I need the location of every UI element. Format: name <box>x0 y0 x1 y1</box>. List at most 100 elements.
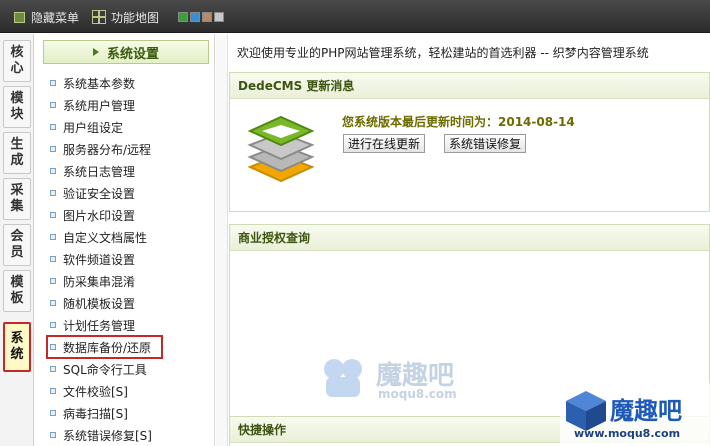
update-panel: DedeCMS 更新消息 您系统版本最后更新时间为：2014-08-14 进行在… <box>229 72 710 212</box>
menu-item[interactable]: 软件频道设置 <box>47 248 209 270</box>
menu-item-label: 系统基本参数 <box>63 76 136 91</box>
bullet-icon <box>50 388 56 394</box>
bullet-icon <box>50 80 56 86</box>
menu-item-label: 软件频道设置 <box>63 252 136 267</box>
tab-char: 模 <box>10 91 24 106</box>
top-toolbar: 隐藏菜单 功能地图 <box>0 0 710 33</box>
tab-core[interactable]: 核心 <box>3 40 31 82</box>
tab-char: 生 <box>10 137 24 152</box>
menu-item[interactable]: 验证安全设置 <box>47 182 209 204</box>
hide-menu-icon <box>14 11 25 23</box>
tab-char: 成 <box>10 153 24 168</box>
menu-item[interactable]: 自定义文档属性 <box>47 226 209 248</box>
menu-item-label: 计划任务管理 <box>63 318 136 333</box>
menu-item[interactable]: SQL命令行工具 <box>47 358 209 380</box>
bullet-icon <box>50 344 56 350</box>
bullet-icon <box>50 366 56 372</box>
tab-system[interactable]: 系统 <box>3 322 31 372</box>
skin-swatch-blue[interactable] <box>190 12 200 22</box>
bullet-icon <box>50 278 56 284</box>
menu-item[interactable]: 用户组设定 <box>47 116 209 138</box>
tab-members[interactable]: 会员 <box>3 224 31 266</box>
tab-char: 系 <box>10 331 24 346</box>
tab-collect[interactable]: 采集 <box>3 178 31 220</box>
menu-item-label: 服务器分布/远程 <box>63 142 152 157</box>
menu-item-label: 病毒扫描[S] <box>63 406 128 421</box>
menu-item[interactable]: 病毒扫描[S] <box>47 402 209 424</box>
corner-watermark-url: www.moqu8.com <box>574 427 681 440</box>
skin-swatches <box>178 12 224 22</box>
system-repair-button[interactable]: 系统错误修复 <box>444 134 527 153</box>
menu-item-label: 防采集串混淆 <box>63 274 136 289</box>
tab-templates[interactable]: 模板 <box>3 270 31 312</box>
tab-char: 心 <box>10 61 24 76</box>
bullet-icon <box>50 432 56 438</box>
online-update-button[interactable]: 进行在线更新 <box>343 134 426 153</box>
skin-swatch-gray[interactable] <box>214 12 224 22</box>
skin-swatch-green[interactable] <box>178 12 188 22</box>
menu-item-label: 自定义文档属性 <box>63 230 148 245</box>
bullet-icon <box>50 256 56 262</box>
menu-item-label: 随机模板设置 <box>63 296 136 311</box>
watermark-logo-icon <box>324 359 362 397</box>
menu-item[interactable]: 服务器分布/远程 <box>47 138 209 160</box>
tab-char: 集 <box>10 199 24 214</box>
skin-swatch-brown[interactable] <box>202 12 212 22</box>
menu-item[interactable]: 计划任务管理 <box>47 314 209 336</box>
license-panel-title: 商业授权查询 <box>230 225 709 251</box>
menu-item-label: 图片水印设置 <box>63 208 136 223</box>
tab-generate[interactable]: 生成 <box>3 132 31 174</box>
menu-item[interactable]: 文件校验[S] <box>47 380 209 402</box>
menu-header-label: 系统设置 <box>106 46 159 62</box>
menu-item-label: 验证安全设置 <box>63 186 136 201</box>
tab-char: 模 <box>10 275 24 290</box>
menu-item-label: 系统错误修复[S] <box>63 428 152 443</box>
update-panel-title: DedeCMS 更新消息 <box>230 73 709 99</box>
menu-item-label: 数据库备份/还原 <box>63 340 152 355</box>
menu-item[interactable]: 图片水印设置 <box>47 204 209 226</box>
corner-watermark-cn: 魔趣吧 <box>610 397 682 425</box>
module-tabs: 核心 模块 生成 采集 会员 模板 系统 <box>0 34 34 446</box>
menu-item[interactable]: 系统基本参数 <box>47 72 209 94</box>
bullet-icon <box>50 146 56 152</box>
menu-item[interactable]: 系统日志管理 <box>47 160 209 182</box>
bullet-icon <box>50 410 56 416</box>
menu-item[interactable]: 防采集串混淆 <box>47 270 209 292</box>
bullet-icon <box>50 190 56 196</box>
tab-char: 统 <box>10 347 24 362</box>
menu-item-label: 文件校验[S] <box>63 384 128 399</box>
menu-item[interactable]: 系统用户管理 <box>47 94 209 116</box>
watermark-center: 魔趣吧 moqu8.com <box>320 355 490 405</box>
menu-item-label: SQL命令行工具 <box>63 362 147 377</box>
hide-menu-label: 隐藏菜单 <box>31 10 80 25</box>
triangle-right-icon <box>92 48 99 56</box>
bullet-icon <box>50 234 56 240</box>
tab-char: 核 <box>10 45 24 60</box>
menu-item[interactable]: 系统错误修复[S] <box>47 424 209 446</box>
menu-item-label: 用户组设定 <box>63 120 124 135</box>
tab-char: 板 <box>10 291 24 306</box>
menu-item-label: 系统用户管理 <box>63 98 136 113</box>
bullet-icon <box>50 212 56 218</box>
function-map-label: 功能地图 <box>111 10 160 25</box>
function-map-button[interactable]: 功能地图 <box>92 9 160 25</box>
system-settings-menu: 系统设置 系统基本参数 系统用户管理 用户组设定 服务器分布/远程 系统日志管理… <box>35 34 215 446</box>
tab-char: 块 <box>10 107 24 122</box>
watermark-url: moqu8.com <box>378 387 457 401</box>
welcome-text: 欢迎使用专业的PHP网站管理系统，轻松建站的首选利器 -- 织梦内容管理系统 <box>237 46 649 60</box>
menu-item[interactable]: 随机模板设置 <box>47 292 209 314</box>
menu-section-header[interactable]: 系统设置 <box>43 40 209 64</box>
frame-splitter[interactable] <box>216 34 228 446</box>
grid-icon <box>92 10 106 24</box>
bullet-icon <box>50 124 56 130</box>
tab-modules[interactable]: 模块 <box>3 86 31 128</box>
bullet-icon <box>50 168 56 174</box>
watermark-corner: 魔趣吧 www.moqu8.com <box>560 383 710 446</box>
hide-menu-button[interactable]: 隐藏菜单 <box>14 9 79 25</box>
last-update-text: 您系统版本最后更新时间为：2014-08-14 <box>342 115 575 129</box>
dedecms-logo-icon <box>247 115 315 183</box>
menu-list: 系统基本参数 系统用户管理 用户组设定 服务器分布/远程 系统日志管理 验证安全… <box>46 72 209 446</box>
menu-item-database-backup[interactable]: 数据库备份/还原 <box>46 335 163 359</box>
tab-char: 会 <box>10 229 24 244</box>
bullet-icon <box>50 322 56 328</box>
